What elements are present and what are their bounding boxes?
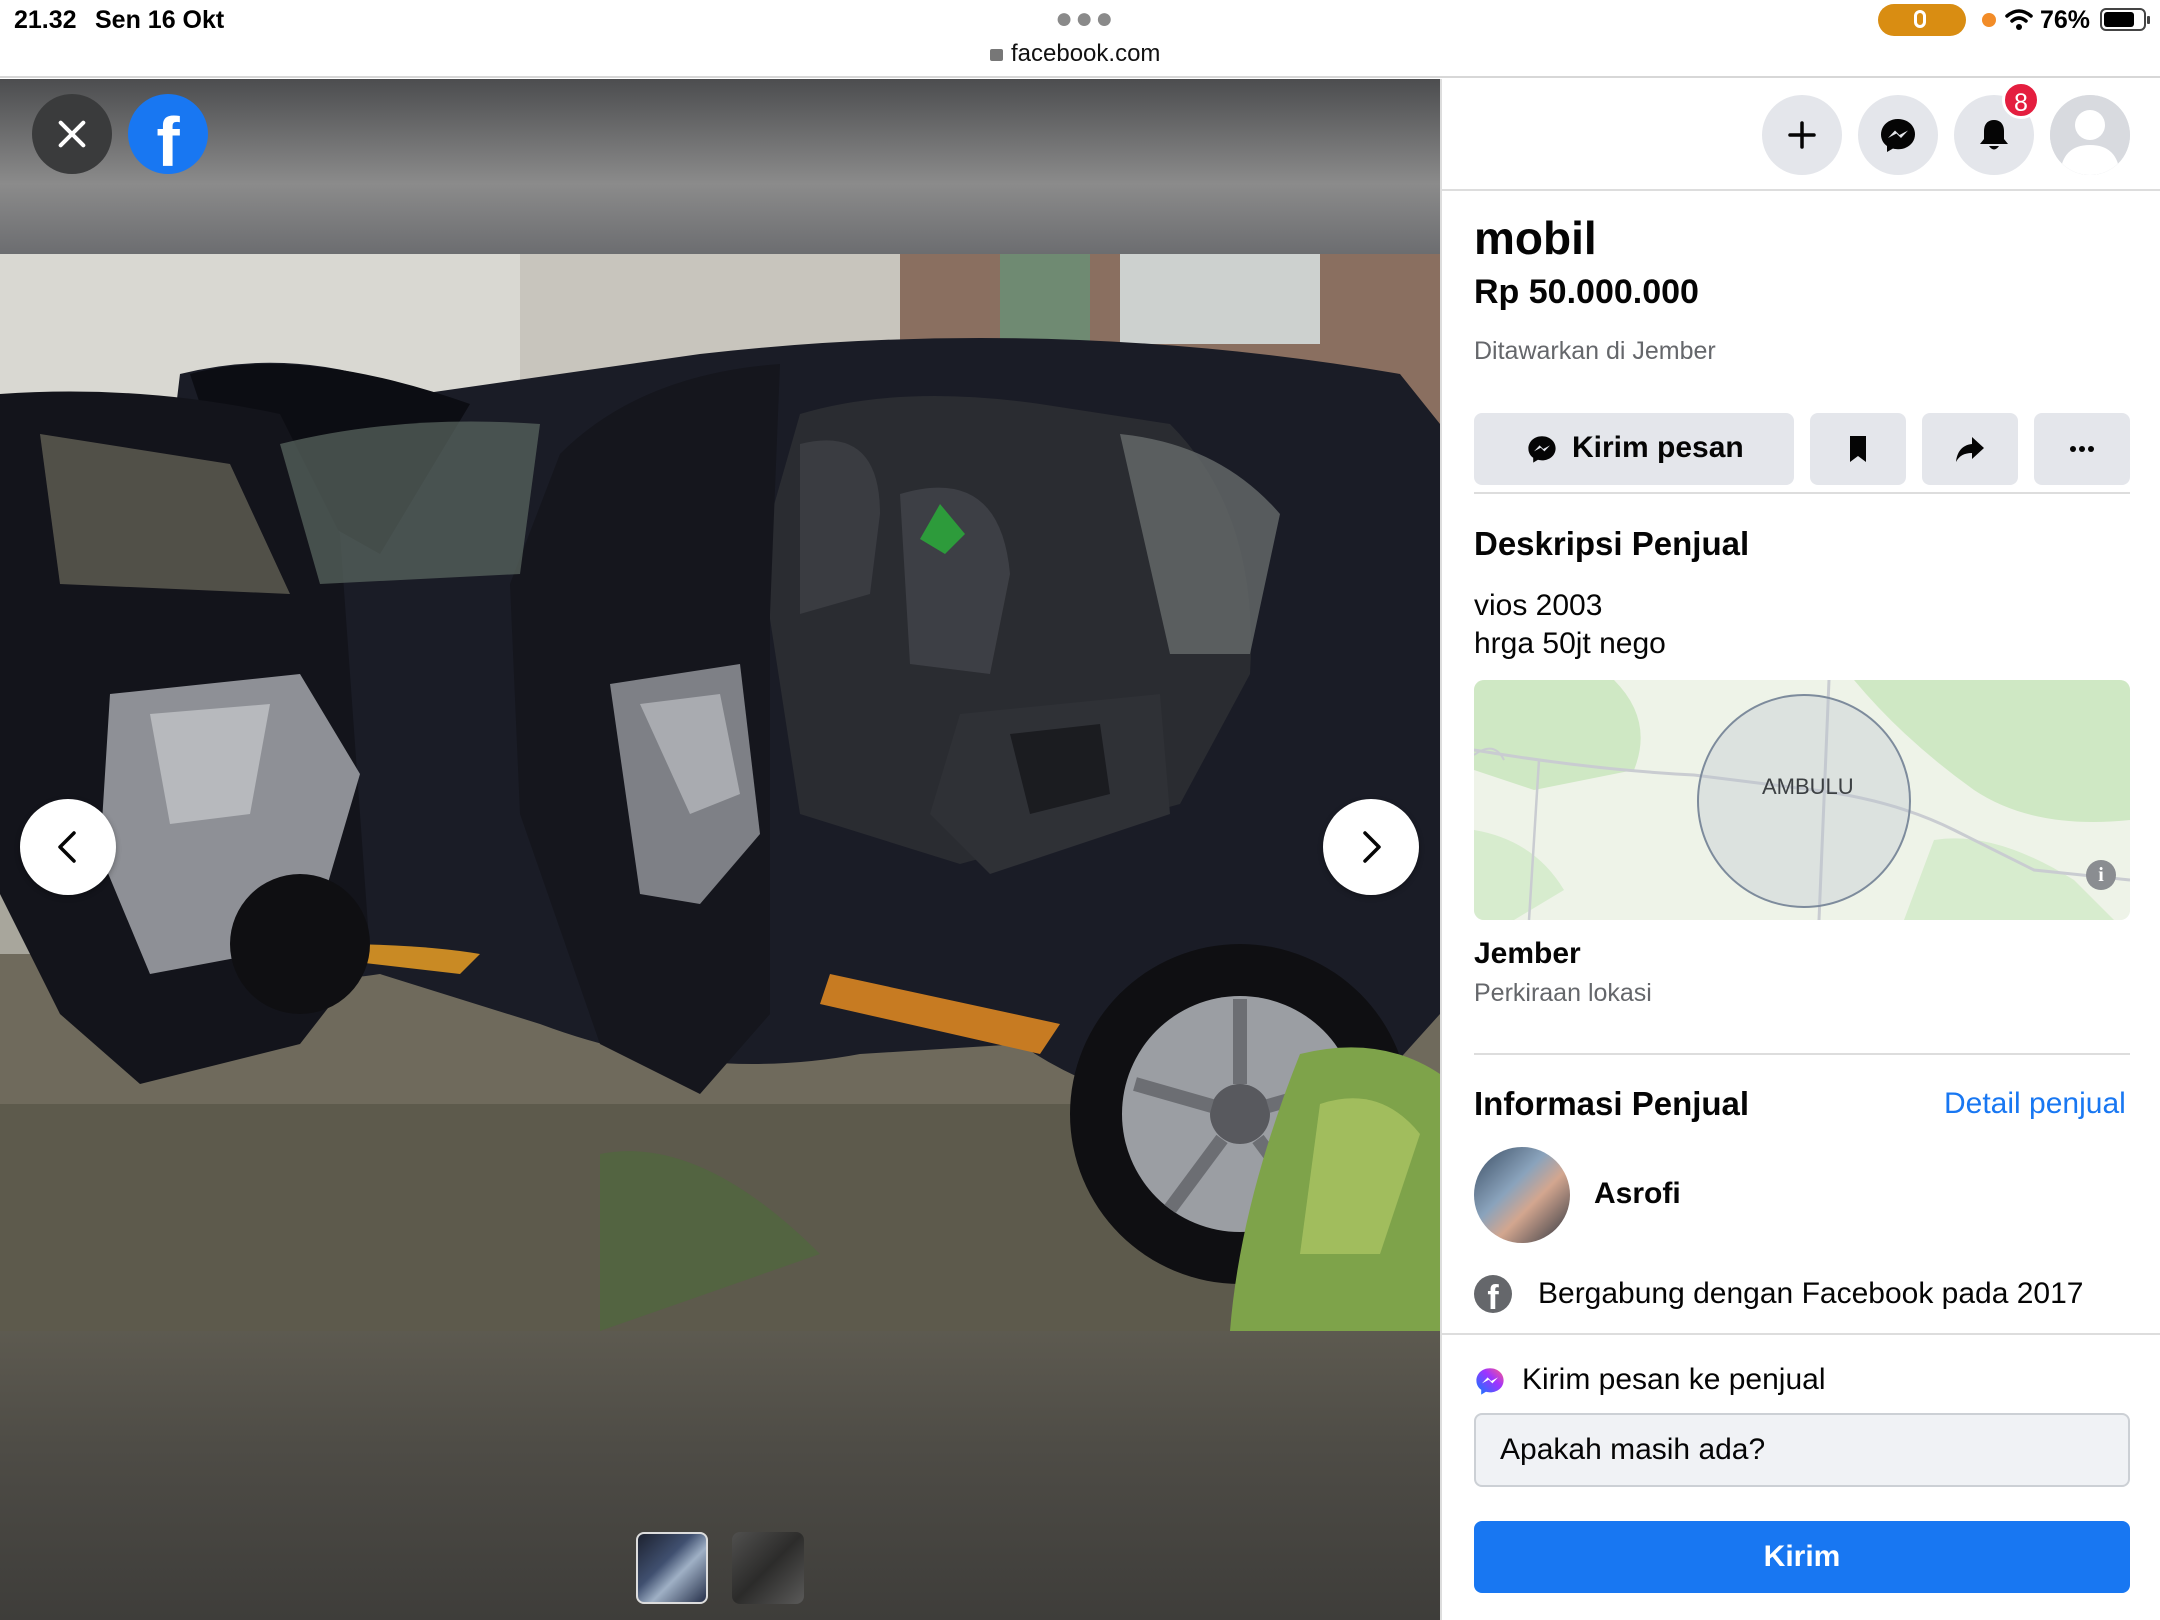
photo-thumbnail-2[interactable]	[732, 1532, 804, 1604]
divider	[1474, 1053, 2130, 1055]
description-line: vios 2003	[1474, 589, 1603, 622]
save-button[interactable]	[1810, 413, 1906, 485]
create-button[interactable]	[1762, 95, 1842, 175]
description-line: hrga 50jt nego	[1474, 627, 1666, 660]
messenger-icon	[1528, 436, 1556, 463]
wifi-icon	[2005, 9, 2033, 30]
tab-overflow-icon[interactable]: ●●●	[1055, 2, 1115, 36]
seller-details-link[interactable]: Detail penjual	[1944, 1087, 2126, 1121]
listing-city: Jember	[1474, 937, 1581, 970]
seller-name[interactable]: Asrofi	[1594, 1177, 1681, 1211]
lock-icon	[990, 49, 1003, 61]
seller-info-heading: Informasi Penjual	[1474, 1085, 1750, 1122]
listing-panel: 8 mobil Rp 50.000.000 Ditawarkan di Jemb…	[1440, 79, 2160, 1620]
info-icon[interactable]: i	[2086, 860, 2116, 890]
listing-actions: Kirim pesan	[1474, 413, 2130, 485]
recording-dot-icon	[1982, 13, 1996, 27]
map-tiles	[1474, 680, 2130, 920]
app-root: 21.32 Sen 16 Okt ●●● facebook.com 76% f …	[0, 0, 2160, 1620]
map-place-label: AMBULU	[1762, 774, 1854, 799]
status-time: 21.32	[14, 6, 77, 34]
close-viewer-button[interactable]	[32, 94, 112, 174]
more-options-button[interactable]	[2034, 413, 2130, 485]
listing-price: Rp 50.000.000	[1474, 273, 1699, 311]
listing-photo	[0, 254, 1440, 1331]
photo-viewer: f	[0, 79, 1440, 1620]
facebook-logo[interactable]: f	[128, 94, 208, 174]
message-seller-heading: Kirim pesan ke penjual	[1522, 1363, 1826, 1396]
facebook-icon: f	[1474, 1275, 1512, 1313]
url-text: facebook.com	[1011, 40, 1161, 67]
message-input[interactable]	[1474, 1413, 2130, 1487]
send-button[interactable]: Kirim	[1474, 1521, 2130, 1593]
divider	[1474, 492, 2130, 494]
listing-description: vios 2003 hrga 50jt nego	[1474, 587, 1666, 663]
status-date: Sen 16 Okt	[95, 6, 225, 34]
previous-photo-button[interactable]	[20, 799, 116, 895]
address-bar[interactable]: facebook.com	[990, 40, 1160, 68]
message-seller-box: Kirim pesan ke penjual Kirim	[1442, 1333, 2160, 1620]
listing-title: mobil	[1474, 212, 1597, 264]
send-message-button[interactable]: Kirim pesan	[1474, 413, 1794, 485]
notification-badge: 8	[2002, 81, 2040, 119]
bell-icon	[1980, 120, 2008, 150]
messenger-icon	[1476, 1368, 1504, 1395]
chevron-left-icon	[58, 831, 76, 863]
more-icon	[2070, 446, 2094, 452]
messenger-button[interactable]	[1858, 95, 1938, 175]
location-map[interactable]: AMBULU i	[1474, 680, 2130, 920]
chevron-right-icon	[1363, 831, 1381, 863]
microphone-indicator-icon	[1878, 4, 1966, 36]
blurred-background-bottom	[0, 1331, 1440, 1620]
panel-top-bar: 8	[1442, 79, 2160, 191]
battery-icon	[2100, 8, 2150, 31]
messenger-icon	[1881, 119, 1915, 152]
plus-icon	[1788, 121, 1816, 149]
profile-avatar[interactable]	[2050, 95, 2130, 175]
battery-percent: 76%	[2040, 6, 2091, 34]
seller-avatar[interactable]	[1474, 1147, 1570, 1243]
status-bar: 21.32 Sen 16 Okt ●●● facebook.com 76%	[0, 0, 2160, 78]
seller-joined-text: Bergabung dengan Facebook pada 2017	[1538, 1277, 2084, 1310]
default-avatar-icon	[2050, 95, 2130, 175]
approximate-location-note: Perkiraan lokasi	[1474, 979, 1652, 1007]
blurred-background-top	[0, 79, 1440, 254]
description-heading: Deskripsi Penjual	[1474, 525, 1750, 562]
listing-location: Ditawarkan di Jember	[1474, 337, 1716, 365]
send-message-label: Kirim pesan	[1572, 431, 1744, 464]
next-photo-button[interactable]	[1323, 799, 1419, 895]
share-icon	[1956, 437, 1984, 462]
share-button[interactable]	[1922, 413, 2018, 485]
bookmark-icon	[1850, 436, 1866, 462]
photo-thumbnail-1[interactable]	[636, 1532, 708, 1604]
car-photo	[0, 254, 1440, 1331]
